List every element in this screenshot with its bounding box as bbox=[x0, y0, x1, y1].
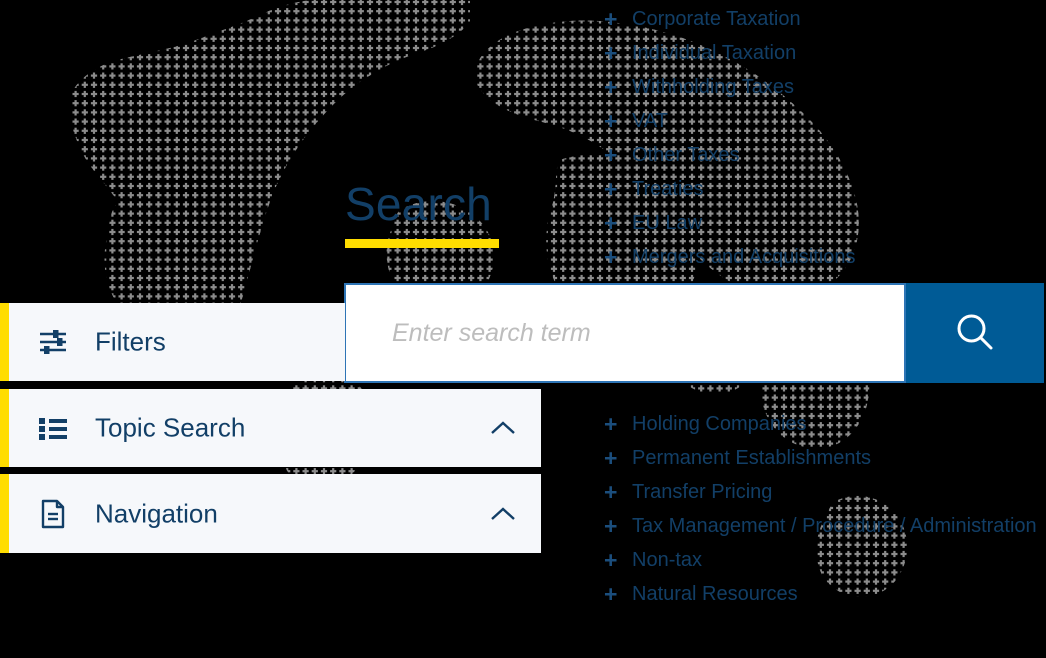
topic-list-item[interactable]: + Treaties bbox=[604, 172, 1046, 206]
search-input-container[interactable] bbox=[344, 283, 906, 383]
plus-icon[interactable]: + bbox=[604, 577, 632, 611]
topic-list-item-label: VAT bbox=[632, 110, 668, 132]
topic-list-item[interactable]: + Tax Management / Procedure / Administra… bbox=[604, 509, 1046, 543]
topic-list-item-label: Tax Management / Procedure / Administrat… bbox=[632, 515, 1037, 537]
plus-icon[interactable]: + bbox=[604, 172, 632, 206]
topic-list-item-label: Mergers and Acquisitions bbox=[632, 246, 856, 268]
topic-list-item-label: Treaties bbox=[632, 178, 704, 200]
topic-list-item-label: Transfer Pricing bbox=[632, 481, 773, 503]
topic-list-item[interactable]: + Transfer Pricing bbox=[604, 475, 1046, 509]
plus-icon[interactable]: + bbox=[604, 509, 632, 543]
document-icon bbox=[36, 497, 70, 531]
page-title-block: Search bbox=[345, 178, 499, 248]
search-icon bbox=[952, 310, 998, 356]
plus-icon[interactable]: + bbox=[604, 206, 632, 240]
plus-icon[interactable]: + bbox=[604, 2, 632, 36]
panel-accent-bar bbox=[0, 389, 9, 467]
topic-list-item-label: Natural Resources bbox=[632, 583, 798, 605]
sidebar-item-topic-search[interactable]: Topic Search bbox=[0, 389, 541, 467]
search-bar bbox=[344, 283, 1046, 383]
sidebar-item-label: Topic Search bbox=[95, 412, 246, 443]
topic-list-item[interactable]: + Holding Companies bbox=[604, 407, 1046, 441]
topic-list-item-label: Corporate Taxation bbox=[632, 8, 801, 30]
sidebar-item-filters[interactable]: Filters bbox=[0, 303, 345, 381]
topic-list-item[interactable]: + Other Taxes bbox=[604, 138, 1046, 172]
plus-icon[interactable]: + bbox=[604, 70, 632, 104]
topic-list-item-label: Non-tax bbox=[632, 549, 703, 571]
page-title: Search bbox=[345, 178, 492, 230]
topic-list-item-label: Withholding Taxes bbox=[632, 76, 794, 98]
plus-icon[interactable]: + bbox=[604, 441, 632, 475]
chevron-up-icon[interactable] bbox=[489, 418, 517, 438]
plus-icon[interactable]: + bbox=[604, 138, 632, 172]
search-input[interactable] bbox=[346, 305, 904, 361]
plus-icon[interactable]: + bbox=[604, 36, 632, 70]
topic-list-item[interactable]: + VAT bbox=[604, 104, 1046, 138]
topic-list-item-label: Individual Taxation bbox=[632, 42, 797, 64]
topic-list-item[interactable]: + Mergers and Acquisitions bbox=[604, 240, 1046, 274]
topic-list-item[interactable]: + Permanent Establishments bbox=[604, 441, 1046, 475]
topic-list-item[interactable]: + Corporate Taxation bbox=[604, 2, 1046, 36]
topic-list-item[interactable]: + Withholding Taxes bbox=[604, 70, 1046, 104]
topic-list-top: + Corporate Taxation + Individual Taxation +… bbox=[604, 2, 1046, 274]
panel-accent-bar bbox=[0, 474, 9, 553]
topic-list-item[interactable]: + Non-tax bbox=[604, 543, 1046, 577]
sliders-icon bbox=[36, 325, 70, 359]
topic-list-item[interactable]: + Individual Taxation bbox=[604, 36, 1046, 70]
topic-list-bottom: + Holding Companies + Permanent Establishme… bbox=[604, 407, 1046, 611]
sidebar-item-label: Filters bbox=[95, 326, 166, 357]
plus-icon[interactable]: + bbox=[604, 475, 632, 509]
topic-list-item-label: Other Taxes bbox=[632, 144, 740, 166]
list-icon bbox=[36, 411, 70, 445]
topic-list-item-label: Holding Companies bbox=[632, 413, 807, 435]
topic-list-item[interactable]: + EU Law bbox=[604, 206, 1046, 240]
page-root: Search + Corporate Taxation + Individual Ta… bbox=[0, 0, 1046, 658]
plus-icon[interactable]: + bbox=[604, 240, 632, 274]
panel-accent-bar bbox=[0, 303, 9, 381]
plus-icon[interactable]: + bbox=[604, 104, 632, 138]
sidebar-item-navigation[interactable]: Navigation bbox=[0, 474, 541, 553]
chevron-up-icon[interactable] bbox=[489, 504, 517, 524]
topic-list-item-label: EU Law bbox=[632, 212, 703, 234]
plus-icon[interactable]: + bbox=[604, 543, 632, 577]
sidebar-item-label: Navigation bbox=[95, 498, 218, 528]
topic-list-item-label: Permanent Establishments bbox=[632, 447, 872, 469]
plus-icon[interactable]: + bbox=[604, 407, 632, 441]
search-submit-button[interactable] bbox=[906, 283, 1044, 383]
title-underline-accent bbox=[345, 239, 499, 248]
topic-list-item[interactable]: + Natural Resources bbox=[604, 577, 1046, 611]
